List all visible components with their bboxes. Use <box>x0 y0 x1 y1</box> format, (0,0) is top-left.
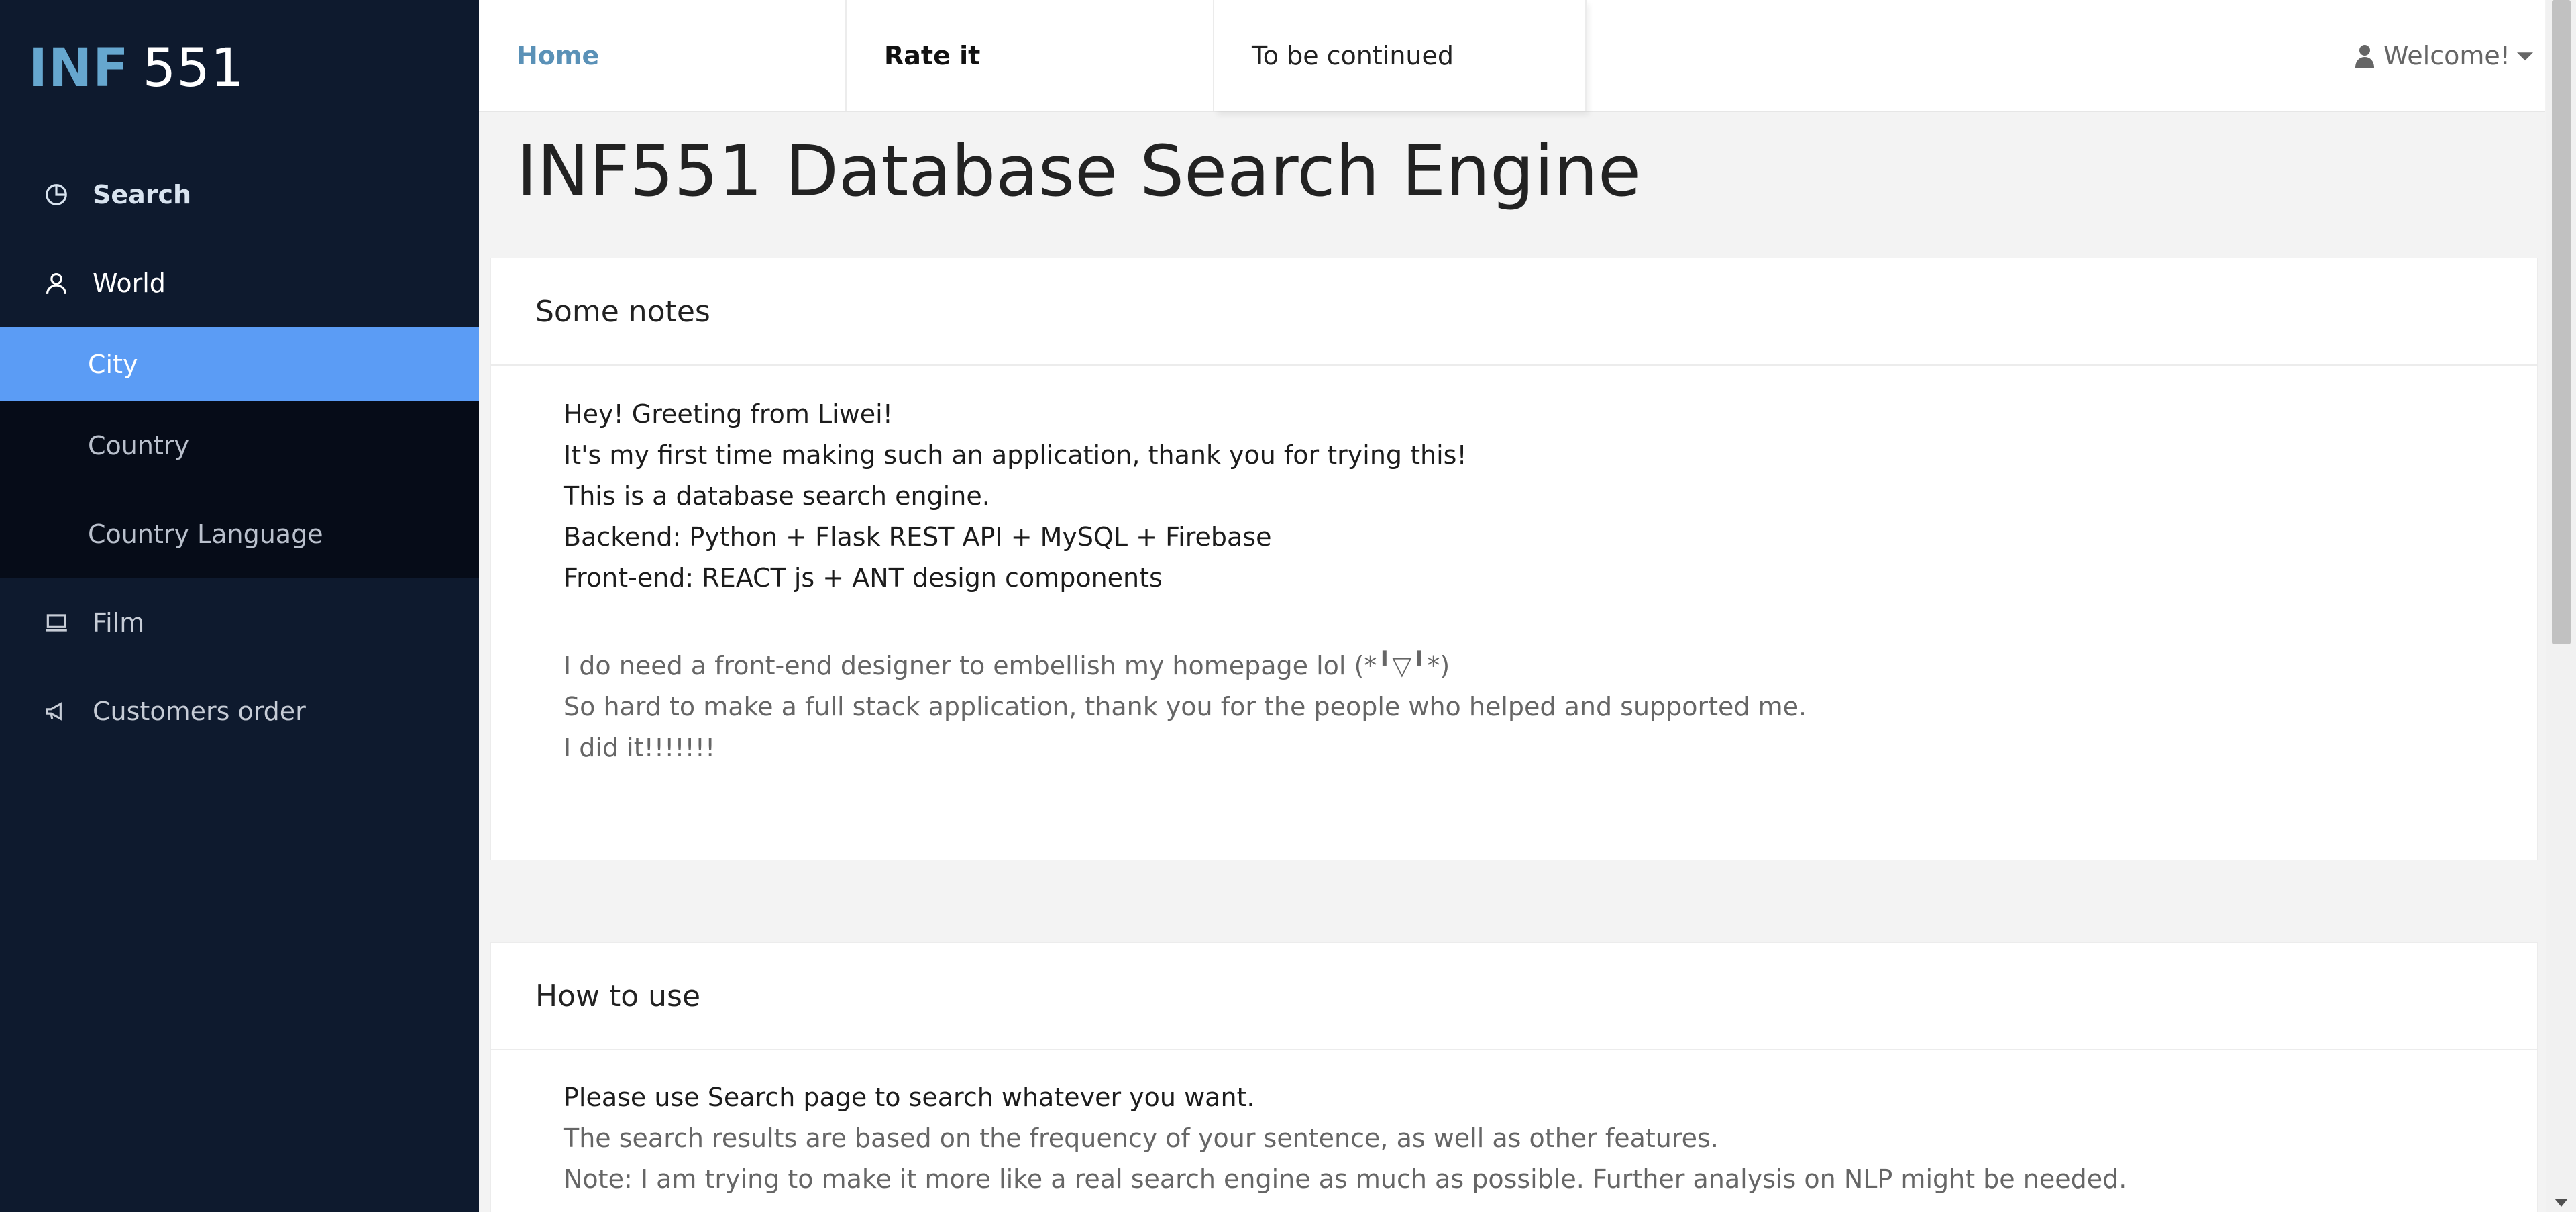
card-title: Some notes <box>491 258 2537 366</box>
tab-home[interactable]: Home <box>479 0 847 111</box>
sidebar-item-label: Film <box>93 608 145 638</box>
nav-tabs: Home Rate it To be continued <box>479 0 2545 111</box>
sidebar-item-label: Search <box>93 180 192 209</box>
sidebar-item-customers-order[interactable]: Customers order <box>0 667 479 756</box>
scrollbar-thumb[interactable] <box>2552 0 2571 644</box>
welcome-dropdown[interactable]: Welcome! <box>2355 0 2533 111</box>
sidebar-item-label: World <box>93 268 166 298</box>
app-logo[interactable]: INF 551 <box>28 35 244 102</box>
howto-line: The search results are based on the freq… <box>564 1123 1719 1153</box>
sidebar-item-country-language[interactable]: Country Language <box>0 490 479 578</box>
sidebar-item-film[interactable]: Film <box>0 578 479 667</box>
howto-line: Please use Search page to search whateve… <box>564 1082 1255 1112</box>
page-title: INF551 Database Search Engine <box>517 130 1641 212</box>
note-line: So hard to make a full stack application… <box>564 692 1807 721</box>
tab-rate-it[interactable]: Rate it <box>847 0 1214 111</box>
user-icon <box>2355 44 2374 68</box>
howto-card: How to use Please use Search page to sea… <box>490 942 2538 1212</box>
sidebar-item-city[interactable]: City <box>0 327 479 401</box>
pie-chart-icon <box>42 180 71 209</box>
sidebar-item-world[interactable]: World <box>0 239 479 327</box>
welcome-label: Welcome! <box>2383 41 2510 70</box>
note-line: Front-end: REACT js + ANT design compone… <box>564 563 1163 593</box>
notes-card: Some notes Hey! Greeting from Liwei! It'… <box>490 258 2538 860</box>
logo-number: 551 <box>142 38 245 99</box>
tab-to-be-continued[interactable]: To be continued <box>1214 0 1587 111</box>
note-line: This is a database search engine. <box>564 481 990 511</box>
note-line: I do need a front-end designer to embell… <box>564 651 1450 680</box>
caret-down-icon <box>2517 48 2533 64</box>
howto-line: Note: I am trying to make it more like a… <box>564 1164 2127 1194</box>
top-navbar: Home Rate it To be continued Welcome! <box>479 0 2545 112</box>
note-line: Backend: Python + Flask REST API + MySQL… <box>564 522 1272 552</box>
megaphone-icon <box>42 697 71 726</box>
note-line: It's my first time making such an applic… <box>564 440 1467 470</box>
sidebar: INF 551 Search World City Country Countr… <box>0 0 479 1212</box>
scroll-down-arrow-icon[interactable] <box>2555 1199 2568 1207</box>
sidebar-item-label: Customers order <box>93 697 306 726</box>
sidebar-menu: Search World City Country Country Langua… <box>0 150 479 756</box>
note-line: Hey! Greeting from Liwei! <box>564 399 893 429</box>
user-icon <box>42 268 71 298</box>
sidebar-item-search[interactable]: Search <box>0 150 479 239</box>
vertical-scrollbar[interactable] <box>2546 0 2576 1212</box>
laptop-icon <box>42 608 71 638</box>
world-submenu: City Country Country Language <box>0 327 479 578</box>
card-body: Hey! Greeting from Liwei! It's my first … <box>491 366 2537 768</box>
sidebar-item-country[interactable]: Country <box>0 401 479 490</box>
card-title: How to use <box>491 943 2537 1050</box>
card-body: Please use Search page to search whateve… <box>491 1050 2537 1200</box>
logo-inf: INF <box>28 38 129 99</box>
note-line: I did it!!!!!!! <box>564 733 716 762</box>
